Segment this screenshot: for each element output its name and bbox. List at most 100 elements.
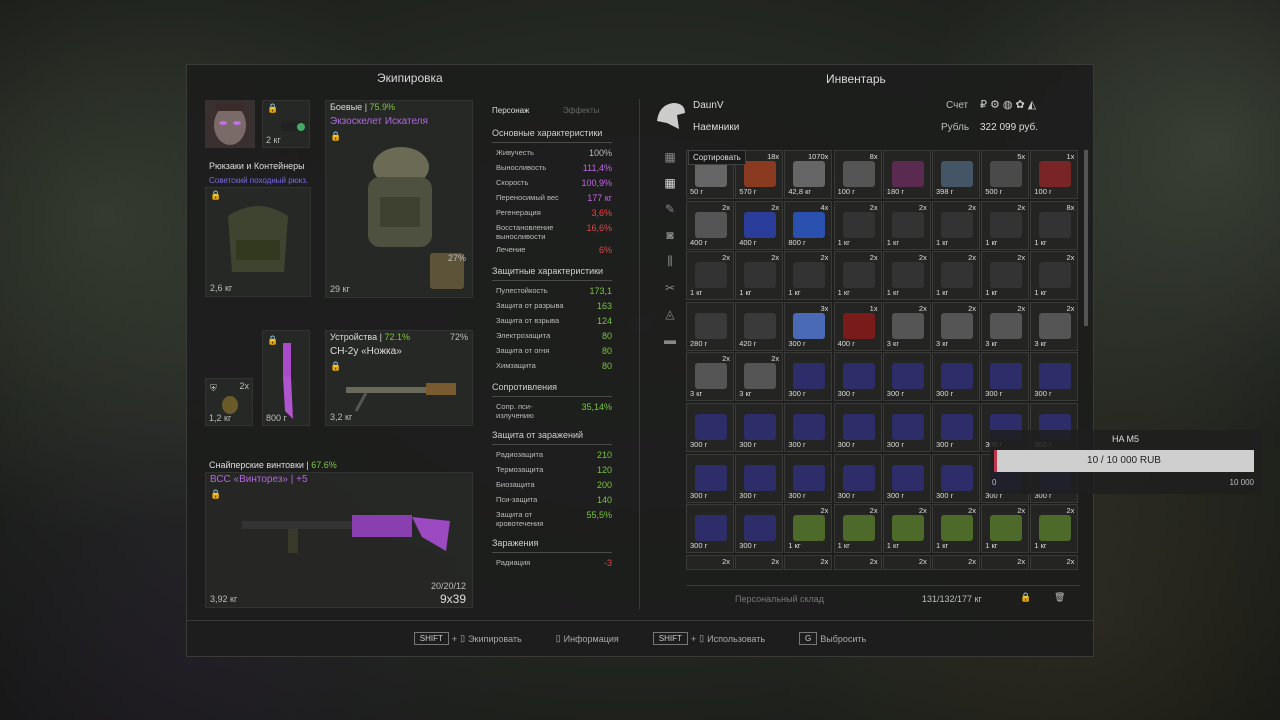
item-weight: 300 г bbox=[788, 490, 806, 500]
inventory-item[interactable]: 2х 1 кг bbox=[784, 504, 833, 554]
ammo-filter-icon[interactable]: ⫼ bbox=[667, 254, 673, 269]
inventory-item[interactable]: 2х 400 г bbox=[735, 200, 784, 250]
inventory-item[interactable]: 1070х 42,8 кг bbox=[784, 150, 833, 199]
inventory-item[interactable]: 300 г bbox=[686, 504, 734, 554]
inventory-item[interactable]: 1х 100 г bbox=[1030, 150, 1079, 199]
inventory-item[interactable]: 3х 300 г bbox=[784, 301, 833, 351]
inventory-item[interactable]: 2х 1 кг bbox=[932, 504, 980, 554]
ruble-icon[interactable]: ₽ bbox=[980, 98, 987, 111]
item-icon bbox=[941, 262, 973, 289]
inventory-item[interactable]: 2х 3 кг bbox=[735, 352, 784, 402]
inventory-item[interactable]: 300 г bbox=[932, 352, 980, 402]
inventory-item[interactable]: 5х 500 г bbox=[981, 150, 1030, 199]
armor-slot[interactable]: Боевые | 75.9% Экзоскелет Искателя 🔒 27%… bbox=[325, 100, 473, 298]
inventory-item[interactable]: 2х 1 кг bbox=[833, 504, 882, 554]
inventory-item[interactable]: 280 г bbox=[686, 301, 734, 351]
helmet-slot[interactable]: 🔒 2 кг bbox=[262, 100, 310, 148]
inventory-item[interactable]: 8х 100 г bbox=[833, 150, 882, 199]
inventory-item[interactable]: 4х 800 г bbox=[784, 200, 833, 250]
inventory-item[interactable]: 300 г bbox=[784, 352, 833, 402]
inventory-item[interactable]: 2х bbox=[932, 554, 980, 570]
coin-icon[interactable]: ◍ bbox=[1003, 98, 1013, 111]
backpack-slot[interactable]: 🔒 2,6 кг bbox=[205, 187, 311, 297]
item-weight: 300 г bbox=[739, 541, 757, 551]
inventory-item[interactable]: 2х 1 кг bbox=[735, 251, 784, 301]
inventory-scrollbar[interactable] bbox=[1084, 150, 1088, 326]
device-slot[interactable]: Устройства | 72.1% 72% СН-2у «Ножка» 🔒 3… bbox=[325, 330, 473, 426]
inventory-item[interactable]: 300 г bbox=[833, 403, 882, 452]
inventory-item[interactable]: 8х 1 кг bbox=[1030, 200, 1079, 250]
tab-character[interactable]: Персонаж bbox=[492, 106, 529, 115]
character-portrait[interactable] bbox=[205, 100, 255, 148]
inventory-item[interactable]: 180 г bbox=[882, 150, 931, 199]
tab-effects[interactable]: Эффекты bbox=[563, 106, 599, 115]
inventory-item[interactable]: 300 г bbox=[981, 352, 1030, 402]
inventory-item[interactable]: 2х 1 кг bbox=[882, 504, 931, 554]
inventory-item[interactable]: 300 г bbox=[735, 504, 784, 554]
inventory-item[interactable]: 2х bbox=[784, 554, 833, 570]
inventory-item[interactable]: 2х 1 кг bbox=[981, 200, 1030, 250]
inventory-item[interactable]: 300 г bbox=[784, 453, 833, 503]
inventory-item[interactable]: 300 г bbox=[882, 453, 931, 503]
grid-icon[interactable]: ▦ bbox=[664, 176, 675, 190]
artifact-filter-icon[interactable]: ◬ bbox=[665, 307, 674, 321]
inventory-item[interactable]: 300 г bbox=[882, 403, 931, 452]
inventory-item[interactable]: 300 г bbox=[932, 403, 980, 452]
inventory-item[interactable]: 2х bbox=[882, 554, 931, 570]
inventory-item[interactable]: 300 г bbox=[686, 403, 734, 452]
armor-filter-icon[interactable]: ◙ bbox=[666, 228, 673, 242]
inventory-item[interactable]: 2х 400 г bbox=[686, 200, 734, 250]
stats-divider bbox=[492, 552, 612, 553]
inventory-item[interactable]: 2х 1 кг bbox=[981, 251, 1030, 301]
inventory-item[interactable]: 2х bbox=[686, 554, 734, 570]
inventory-item[interactable]: 300 г bbox=[735, 453, 784, 503]
inventory-item[interactable]: 2х 1 кг bbox=[1030, 504, 1079, 554]
weapon-filter-icon[interactable]: ✎ bbox=[665, 202, 675, 216]
inventory-item[interactable]: 300 г bbox=[833, 453, 882, 503]
trash-icon[interactable]: 🗑 bbox=[1054, 592, 1065, 603]
filter-sidebar: ▦ ▦ ✎ ◙ ⫼ ✂ ◬ ▬ bbox=[660, 150, 680, 347]
coin-icon[interactable]: ⚙ bbox=[990, 98, 1000, 111]
inventory-item[interactable]: 2х 1 кг bbox=[784, 251, 833, 301]
inventory-item[interactable]: 2х 1 кг bbox=[882, 251, 931, 301]
rifle-slot[interactable]: ВСС «Винторез» | +5 🔒 3,92 кг 20/20/12 9… bbox=[205, 472, 473, 608]
inventory-item[interactable]: 2х bbox=[735, 554, 784, 570]
sort-icon[interactable]: ▦ bbox=[664, 150, 675, 164]
tools-filter-icon[interactable]: ✂ bbox=[665, 281, 675, 295]
inventory-item[interactable]: 2х 1 кг bbox=[686, 251, 734, 301]
storage-label[interactable]: Персональный склад bbox=[735, 594, 824, 604]
inventory-item[interactable]: 2х bbox=[1030, 554, 1079, 570]
inventory-item[interactable]: 2х 1 кг bbox=[882, 200, 931, 250]
misc-filter-icon[interactable]: ▬ bbox=[664, 333, 676, 347]
knife-slot[interactable]: 🔒 800 г bbox=[262, 330, 310, 426]
inventory-item[interactable]: 2х bbox=[833, 554, 882, 570]
inventory-item[interactable]: 300 г bbox=[882, 352, 931, 402]
inventory-item[interactable]: 2х 1 кг bbox=[1030, 251, 1079, 301]
item-count: 2х bbox=[918, 253, 927, 263]
inventory-item[interactable]: 2х 3 кг bbox=[686, 352, 734, 402]
inventory-item[interactable]: 2х 3 кг bbox=[882, 301, 931, 351]
inventory-item[interactable]: 398 г bbox=[932, 150, 980, 199]
inventory-item[interactable]: 2х 1 кг bbox=[833, 200, 882, 250]
inventory-item[interactable]: 300 г bbox=[784, 403, 833, 452]
inventory-item[interactable]: 2х 1 кг bbox=[932, 200, 980, 250]
stat-row: Регенерация 3,6% bbox=[496, 208, 612, 218]
coin-icon[interactable]: ✿ bbox=[1015, 98, 1024, 111]
inventory-item[interactable]: 300 г bbox=[735, 403, 784, 452]
inventory-item[interactable]: 300 г bbox=[833, 352, 882, 402]
inventory-item[interactable]: 2х 1 кг bbox=[932, 251, 980, 301]
inventory-item[interactable]: 300 г bbox=[932, 453, 980, 503]
inventory-item[interactable]: 2х 1 кг bbox=[833, 251, 882, 301]
inventory-item[interactable]: 420 г bbox=[735, 301, 784, 351]
inventory-item[interactable]: 300 г bbox=[1030, 352, 1079, 402]
inventory-item[interactable]: 2х 3 кг bbox=[981, 301, 1030, 351]
inventory-item[interactable]: 2х 3 кг bbox=[932, 301, 980, 351]
coin-icon[interactable]: ◭ bbox=[1028, 98, 1036, 111]
inventory-item[interactable]: 2х 1 кг bbox=[981, 504, 1030, 554]
inventory-item[interactable]: 2х 3 кг bbox=[1030, 301, 1079, 351]
lock-icon[interactable]: 🔒 bbox=[1020, 592, 1031, 603]
grenade-slot[interactable]: ⛨ 2х 1,2 кг bbox=[205, 378, 253, 426]
inventory-item[interactable]: 2х bbox=[981, 554, 1030, 570]
inventory-item[interactable]: 1х 400 г bbox=[833, 301, 882, 351]
inventory-item[interactable]: 300 г bbox=[686, 453, 734, 503]
